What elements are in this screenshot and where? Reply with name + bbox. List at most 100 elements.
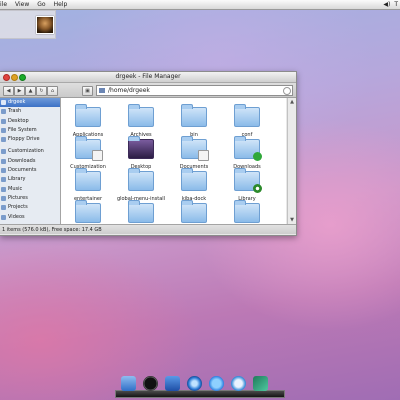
menu-view[interactable]: View: [11, 1, 33, 8]
folder-icon: [234, 200, 260, 223]
sidebar-item-downloads[interactable]: Downloads: [0, 157, 60, 166]
arrow-up-icon: ▲: [28, 88, 33, 94]
file-item[interactable]: [115, 200, 167, 224]
sidebar-item-label: File System: [8, 126, 37, 133]
folder-icon: [181, 168, 207, 191]
sidebar-item-label: Desktop: [8, 117, 29, 124]
file-manager-window: drgeek - File Manager ◀ ▶ ▲ ↻ ⌂ ▣ /home/…: [0, 71, 297, 236]
home-button[interactable]: ⌂: [47, 86, 58, 96]
location-field[interactable]: /home/drgeek: [96, 85, 293, 96]
sidebar-item-music[interactable]: Music: [0, 185, 60, 194]
close-button[interactable]: [3, 74, 10, 81]
folder-icon: [128, 200, 154, 223]
sidebar-item-library[interactable]: Library: [0, 175, 60, 184]
home-icon: [1, 100, 6, 105]
sidebar-item-label: Documents: [8, 167, 37, 174]
file-name: Documents: [179, 164, 209, 170]
sidebar-item-customization[interactable]: Customization: [0, 147, 60, 156]
file-name: Customization: [70, 164, 106, 170]
menu-go[interactable]: Go: [33, 1, 49, 8]
user-avatar[interactable]: [36, 16, 54, 34]
file-item[interactable]: Downloads: [221, 136, 273, 170]
scroll-up-icon[interactable]: ▲: [289, 99, 295, 105]
back-button[interactable]: ◀: [3, 86, 14, 96]
sidebar-item-file-system[interactable]: File System: [0, 126, 60, 135]
photo-icon[interactable]: [165, 376, 180, 391]
download-folder-icon: [234, 136, 262, 161]
clock-icon[interactable]: [143, 376, 158, 391]
title-bar[interactable]: drgeek - File Manager: [0, 72, 296, 83]
sidebar-item-label: Floppy Drive: [8, 136, 40, 143]
file-item[interactable]: Customization: [62, 136, 114, 170]
location-path: /home/drgeek: [108, 87, 150, 94]
folder-icon: [1, 177, 6, 183]
maximize-button[interactable]: [19, 74, 26, 81]
folder-icon: [181, 136, 209, 161]
file-item[interactable]: entertainer: [62, 168, 114, 202]
sidebar-item-label: Library: [8, 176, 26, 183]
file-item[interactable]: Desktop: [115, 136, 167, 170]
folder-icon: [128, 104, 154, 127]
arrow-left-icon: ◀: [6, 88, 11, 94]
feather-icon[interactable]: [253, 376, 268, 391]
sidebar-item-desktop[interactable]: Desktop: [0, 117, 60, 126]
sidebar-item-floppy-drive[interactable]: Floppy Drive: [0, 135, 60, 144]
file-item[interactable]: conf: [221, 104, 273, 138]
sidebar-item-pictures[interactable]: Pictures: [0, 194, 60, 203]
go-icon[interactable]: [283, 87, 291, 95]
file-item[interactable]: bin: [168, 104, 220, 138]
folder-icon: [1, 158, 6, 164]
home-icon: ⌂: [50, 88, 55, 94]
up-button[interactable]: ▲: [25, 86, 36, 96]
finder-icon[interactable]: [121, 376, 136, 391]
itunes-icon[interactable]: [231, 376, 246, 391]
computer-icon: ▣: [85, 88, 90, 94]
sidebar-item-projects[interactable]: Projects: [0, 203, 60, 212]
chat-icon[interactable]: [209, 376, 224, 391]
sidebar-item-trash[interactable]: Trash: [0, 107, 60, 116]
sidebar-item-drgeek[interactable]: drgeek: [0, 98, 60, 108]
sidebar-item-documents[interactable]: Documents: [0, 166, 60, 175]
status-text: 1 items (576.0 kB), Free space: 17.4 GB: [2, 227, 102, 233]
file-name: entertainer: [73, 196, 103, 202]
vertical-scrollbar[interactable]: ▲ ▼: [287, 98, 296, 224]
forward-button[interactable]: ▶: [14, 86, 25, 96]
arrow-right-icon: ▶: [17, 88, 22, 94]
sidebar-item-label: Videos: [8, 213, 25, 220]
computer-button[interactable]: ▣: [82, 86, 93, 96]
menu-file[interactable]: ile: [0, 1, 11, 8]
speaker-icon[interactable]: ◀): [383, 1, 390, 8]
file-item[interactable]: Documents: [168, 136, 220, 170]
minimize-button[interactable]: [11, 74, 18, 81]
file-item[interactable]: [62, 200, 114, 224]
status-bar: 1 items (576.0 kB), Free space: 17.4 GB: [0, 224, 296, 234]
dock: [115, 374, 285, 398]
sidebar-item-videos[interactable]: Videos: [0, 213, 60, 222]
folder-icon: [75, 168, 101, 191]
file-item[interactable]: Library: [221, 168, 273, 202]
sidebar-item-label: Music: [8, 185, 23, 192]
document-badge-icon: [198, 150, 209, 161]
file-item[interactable]: [221, 200, 273, 224]
file-item[interactable]: global-menu-install: [115, 168, 167, 202]
document-badge-icon: [92, 150, 103, 161]
scroll-down-icon[interactable]: ▼: [289, 217, 295, 223]
folder-icon: [1, 149, 6, 155]
menubar-clock-text[interactable]: T: [394, 1, 398, 8]
file-item[interactable]: Applications: [62, 104, 114, 138]
menu-help[interactable]: Help: [50, 1, 72, 8]
folder-icon: [1, 168, 6, 174]
desktop-icon: [1, 118, 6, 124]
download-arrow-icon: [253, 152, 262, 161]
window-title: drgeek - File Manager: [115, 73, 181, 80]
dock-shelf: [115, 390, 285, 398]
file-item[interactable]: Archives: [115, 104, 167, 138]
file-item[interactable]: [168, 200, 220, 224]
folder-icon: [75, 136, 103, 161]
file-name: Applications: [72, 132, 104, 138]
browser-icon[interactable]: [187, 376, 202, 391]
file-item[interactable]: kiba-dock: [168, 168, 220, 202]
folder-icon: [1, 214, 6, 220]
folder-icon: [99, 88, 105, 93]
reload-button[interactable]: ↻: [36, 86, 47, 96]
